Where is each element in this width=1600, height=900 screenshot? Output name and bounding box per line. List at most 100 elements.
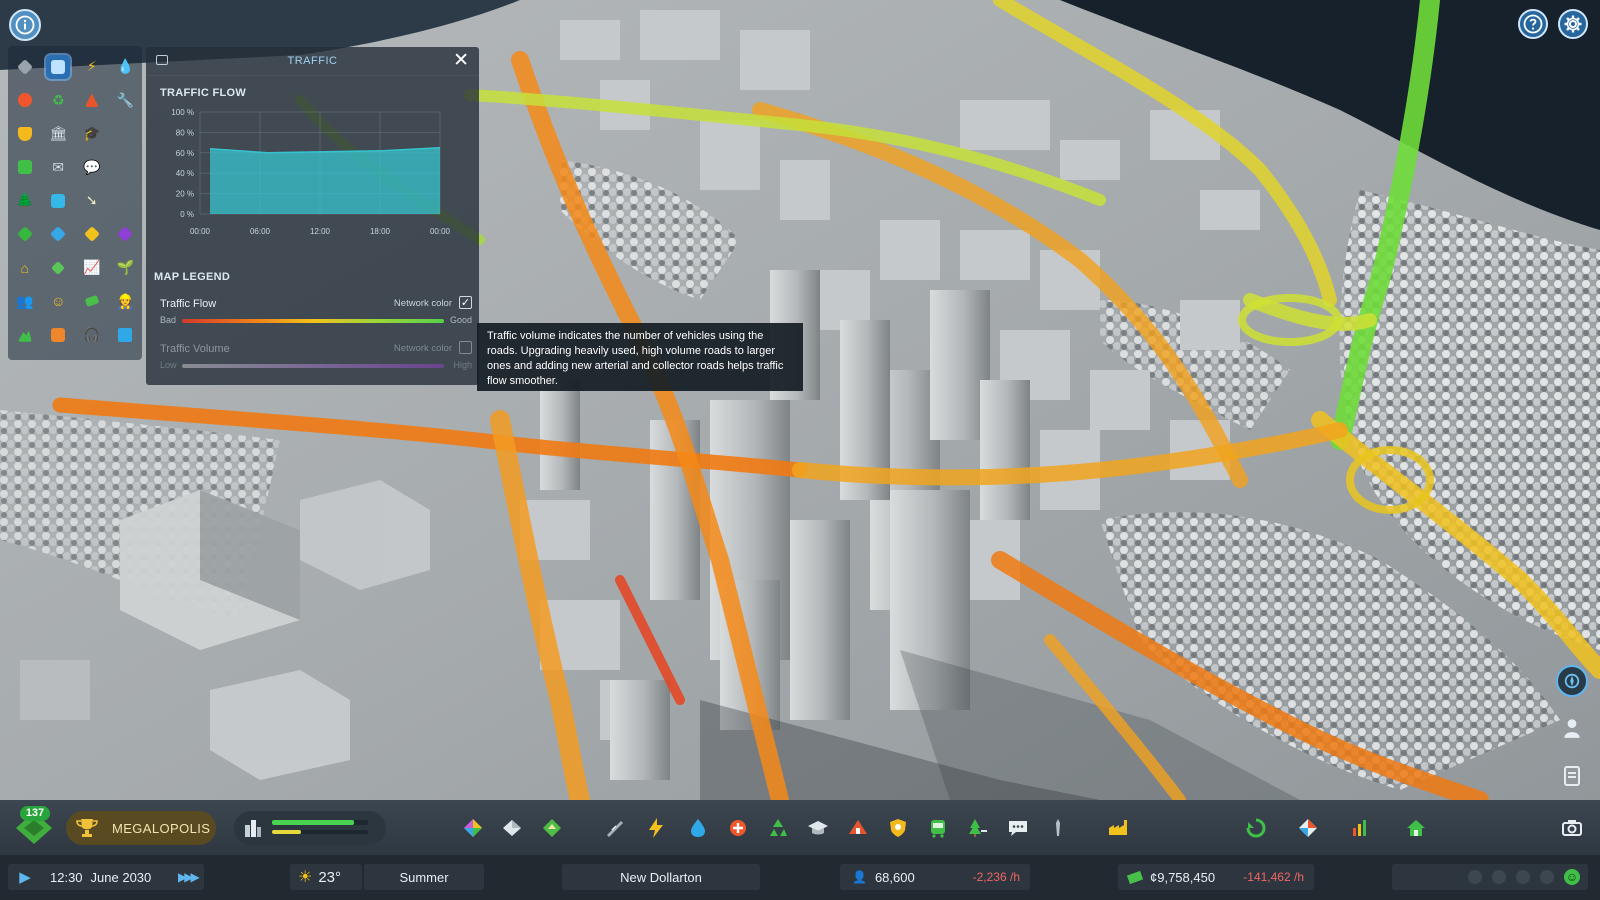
- parks-tool-button[interactable]: [962, 812, 994, 844]
- money-infoview-button[interactable]: [80, 289, 104, 313]
- notes-button[interactable]: [1556, 760, 1588, 792]
- city-name-field[interactable]: New Dollarton: [562, 864, 760, 890]
- rotate-tool-button[interactable]: [1240, 812, 1272, 844]
- xp-progress[interactable]: [234, 811, 386, 845]
- commercial-infoview-button[interactable]: [46, 222, 70, 246]
- agriculture-infoview-button[interactable]: 🌱: [113, 256, 137, 280]
- speed-button[interactable]: ▶▶▶: [178, 864, 200, 890]
- parks-infoview-button[interactable]: 🌲: [13, 189, 37, 213]
- mail-infoview-button[interactable]: ✉: [46, 155, 70, 179]
- water-tool-button[interactable]: [682, 812, 714, 844]
- network-color-checkbox[interactable]: ✓: [459, 296, 472, 309]
- shield-icon: [17, 126, 32, 141]
- empty-slot: [113, 189, 137, 213]
- industrial-zone-icon: [83, 226, 100, 243]
- pollution-infoview-button[interactable]: ➘: [80, 189, 104, 213]
- fire-infoview-button[interactable]: [80, 88, 104, 112]
- government-building-icon: 🏛: [49, 125, 68, 142]
- season-label: Summer: [399, 869, 449, 885]
- fire-icon: [849, 820, 867, 834]
- milestone-button[interactable]: MEGALOPOLIS: [66, 811, 216, 845]
- residential-infoview-button[interactable]: [13, 222, 37, 246]
- city-icon: [245, 820, 261, 837]
- population-infoview-button[interactable]: 👥: [13, 289, 37, 313]
- chart-x-ticks: 00:00 06:00 12:00 18:00 00:00: [190, 227, 451, 236]
- tourism-infoview-button[interactable]: [46, 323, 70, 347]
- electricity-infoview-button[interactable]: ⚡: [80, 55, 104, 79]
- play-icon: ▶: [19, 869, 31, 886]
- health-tool-button[interactable]: [722, 812, 754, 844]
- industry-tool-button[interactable]: [1102, 812, 1134, 844]
- terrain-icon: [17, 330, 32, 342]
- info-button[interactable]: [9, 9, 41, 41]
- office-infoview-button[interactable]: [113, 222, 137, 246]
- commercial-zone-icon: [50, 226, 67, 243]
- close-button[interactable]: ✕: [453, 50, 469, 72]
- area-tool-button[interactable]: [496, 812, 528, 844]
- map-tool-button[interactable]: [1292, 812, 1324, 844]
- workers-infoview-button[interactable]: 👷: [113, 289, 137, 313]
- compass-button[interactable]: [1556, 665, 1588, 697]
- population-display[interactable]: 👤 68,600 -2,236 /h: [840, 864, 1030, 890]
- transport-infoview-button[interactable]: [13, 155, 37, 179]
- parks-icon: [969, 819, 987, 837]
- citizen-button[interactable]: [1556, 712, 1588, 744]
- transport-icon: [931, 820, 945, 838]
- landscaping-tool-button[interactable]: [536, 812, 568, 844]
- resources-infoview-button[interactable]: [46, 256, 70, 280]
- people-icon: 👥: [16, 292, 34, 309]
- happiness-infoview-button[interactable]: ☺: [46, 289, 70, 313]
- home-tool-button[interactable]: [1400, 812, 1432, 844]
- sun-icon: ☀: [298, 869, 313, 886]
- communication-infoview-button[interactable]: 💬: [80, 155, 104, 179]
- tourism-icon: [51, 327, 66, 342]
- health-infoview-button[interactable]: [13, 88, 37, 112]
- network-color-checkbox[interactable]: [459, 341, 472, 354]
- ground-water-infoview-button[interactable]: [113, 323, 137, 347]
- industrial-infoview-button[interactable]: [80, 222, 104, 246]
- camera-button[interactable]: [1556, 812, 1588, 844]
- y-tick-label: 100 %: [171, 108, 194, 117]
- money-label: ¢9,758,450: [1150, 869, 1216, 885]
- land-value-infoview-button[interactable]: ⌂: [13, 256, 37, 280]
- settings-button[interactable]: [1558, 9, 1588, 39]
- education-infoview-button[interactable]: 🎓: [80, 122, 104, 146]
- water-infoview-button[interactable]: 💧: [113, 55, 137, 79]
- info-icon: [15, 15, 35, 35]
- play-button[interactable]: ▶: [8, 868, 42, 886]
- time-label: 12:30: [50, 869, 83, 885]
- water-icon: [691, 819, 705, 837]
- season-display: Summer: [364, 864, 484, 890]
- headphones-icon: 🎧: [83, 326, 101, 343]
- y-tick-label: 0 %: [180, 210, 194, 219]
- traffic-infoview-button[interactable]: [46, 54, 71, 79]
- road-tool-button[interactable]: [598, 812, 630, 844]
- office-zone-icon: [117, 226, 134, 243]
- industry-icon: [1109, 820, 1127, 835]
- health-icon: [730, 820, 746, 836]
- traffic-volume-tooltip: Traffic volume indicates the number of v…: [477, 323, 803, 391]
- roads-infoview-button[interactable]: [13, 55, 37, 79]
- noise-infoview-button[interactable]: 🎧: [80, 323, 104, 347]
- garbage-tool-button[interactable]: [762, 812, 794, 844]
- zoning-tool-button[interactable]: [457, 812, 489, 844]
- temperature-label: 23°: [318, 868, 342, 886]
- terrain-infoview-button[interactable]: [13, 323, 37, 347]
- maintenance-infoview-button[interactable]: 🔧: [113, 88, 137, 112]
- economy-infoview-button[interactable]: 📈: [80, 256, 104, 280]
- electricity-tool-button[interactable]: [640, 812, 672, 844]
- help-button[interactable]: [1518, 9, 1548, 39]
- transport-tool-button[interactable]: [922, 812, 954, 844]
- government-infoview-button[interactable]: 🏛: [46, 122, 70, 146]
- communication-tool-button[interactable]: [1002, 812, 1034, 844]
- landmark-tool-button[interactable]: [1042, 812, 1074, 844]
- education-tool-button[interactable]: [802, 812, 834, 844]
- fire-tool-button[interactable]: [842, 812, 874, 844]
- police-tool-button[interactable]: [882, 812, 914, 844]
- storage-infoview-button[interactable]: [46, 189, 70, 213]
- police-infoview-button[interactable]: [13, 122, 37, 146]
- garbage-infoview-button[interactable]: ♻: [46, 88, 70, 112]
- happiness-indicator[interactable]: ☺: [1392, 864, 1588, 890]
- statistics-tool-button[interactable]: [1344, 812, 1376, 844]
- money-display[interactable]: ¢9,758,450 -141,462 /h: [1118, 864, 1314, 890]
